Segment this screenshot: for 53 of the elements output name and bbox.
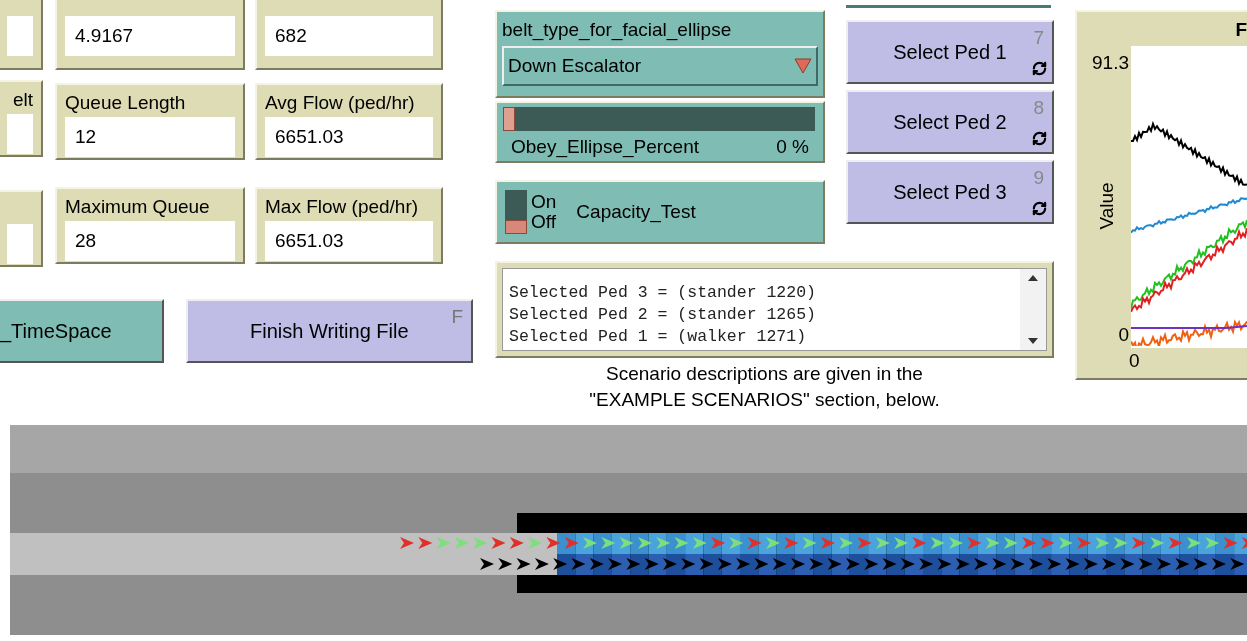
monitor-value: 4.9167: [65, 16, 235, 56]
command-button[interactable]: _TimeSpace: [0, 299, 164, 363]
y-min-label: 0: [1118, 324, 1129, 346]
finish-button[interactable]: Finish Writing File F: [185, 299, 473, 363]
y-axis-label: Value: [1094, 182, 1118, 230]
monitor-label: Maximum Queue: [65, 194, 211, 219]
monitor-value: 6651.03: [265, 220, 433, 261]
select-ped-button[interactable]: Select Ped 2 8: [846, 90, 1054, 154]
monitor-value: 682: [265, 16, 433, 56]
monitor-value: 6651.03: [265, 117, 433, 158]
switch-on-label: On: [531, 192, 557, 212]
chooser[interactable]: belt_type_for_facial_ellipse Down Escalator: [495, 10, 825, 98]
shortcut-key: 9: [1033, 164, 1044, 193]
monitor-label: elt: [12, 88, 33, 112]
chooser-dropdown[interactable]: Down Escalator: [502, 46, 818, 86]
slider-track[interactable]: [503, 107, 815, 131]
switch-label: Capacity_Test: [576, 199, 696, 225]
scrollbar[interactable]: [1020, 269, 1046, 350]
shortcut-key: 8: [1033, 94, 1044, 123]
monitor-value: 12: [65, 117, 235, 158]
chooser-value: Down Escalator: [508, 53, 642, 78]
forever-icon: [1032, 61, 1047, 76]
output-line: Selected Ped 3 = (stander 1220): [509, 282, 817, 304]
monitor-value: 28: [65, 220, 235, 261]
select-ped-button[interactable]: Select Ped 3 9: [846, 160, 1054, 224]
switch-off-label: Off: [531, 212, 557, 232]
output-line: Selected Ped 1 = (walker 1271): [509, 326, 808, 348]
switch-thumb[interactable]: [505, 220, 527, 234]
shortcut-key: F: [451, 303, 463, 332]
monitor-value-field: [7, 114, 33, 154]
monitor-label: Queue Length: [65, 91, 187, 116]
switch-track[interactable]: [505, 190, 527, 234]
chooser-label: belt_type_for_facial_ellipse: [502, 18, 733, 42]
scenario-note: Scenario descriptions are given in the "EXAMPLE SCENARIOS" section, below.: [588, 362, 941, 412]
slider-label: Obey_Ellipse_Percent: [511, 135, 699, 159]
x-min-label: 0: [1129, 350, 1141, 372]
output-line: Selected Ped 2 = (stander 1265): [509, 304, 817, 326]
shortcut-key: 7: [1033, 24, 1044, 53]
slider-thumb[interactable]: [503, 107, 515, 131]
plot-title: F: [1235, 18, 1247, 42]
dropdown-arrow-icon: [794, 58, 812, 74]
scroll-up-icon[interactable]: [1028, 275, 1038, 281]
y-max-label: 91.3: [1092, 52, 1129, 74]
scroll-down-icon[interactable]: [1028, 338, 1038, 344]
switch[interactable]: On Off Capacity_Test: [495, 180, 825, 244]
monitor-value-field: [7, 16, 33, 56]
forever-icon: [1032, 201, 1047, 216]
monitor-label: Max Flow (ped/hr): [265, 194, 420, 219]
monitor-value-field: [7, 224, 33, 264]
select-ped-button[interactable]: Select Ped 1 7: [846, 20, 1054, 84]
slider-reading: 0 %: [776, 135, 809, 159]
forever-icon: [1032, 131, 1047, 146]
monitor-label: Avg Flow (ped/hr): [265, 91, 416, 116]
